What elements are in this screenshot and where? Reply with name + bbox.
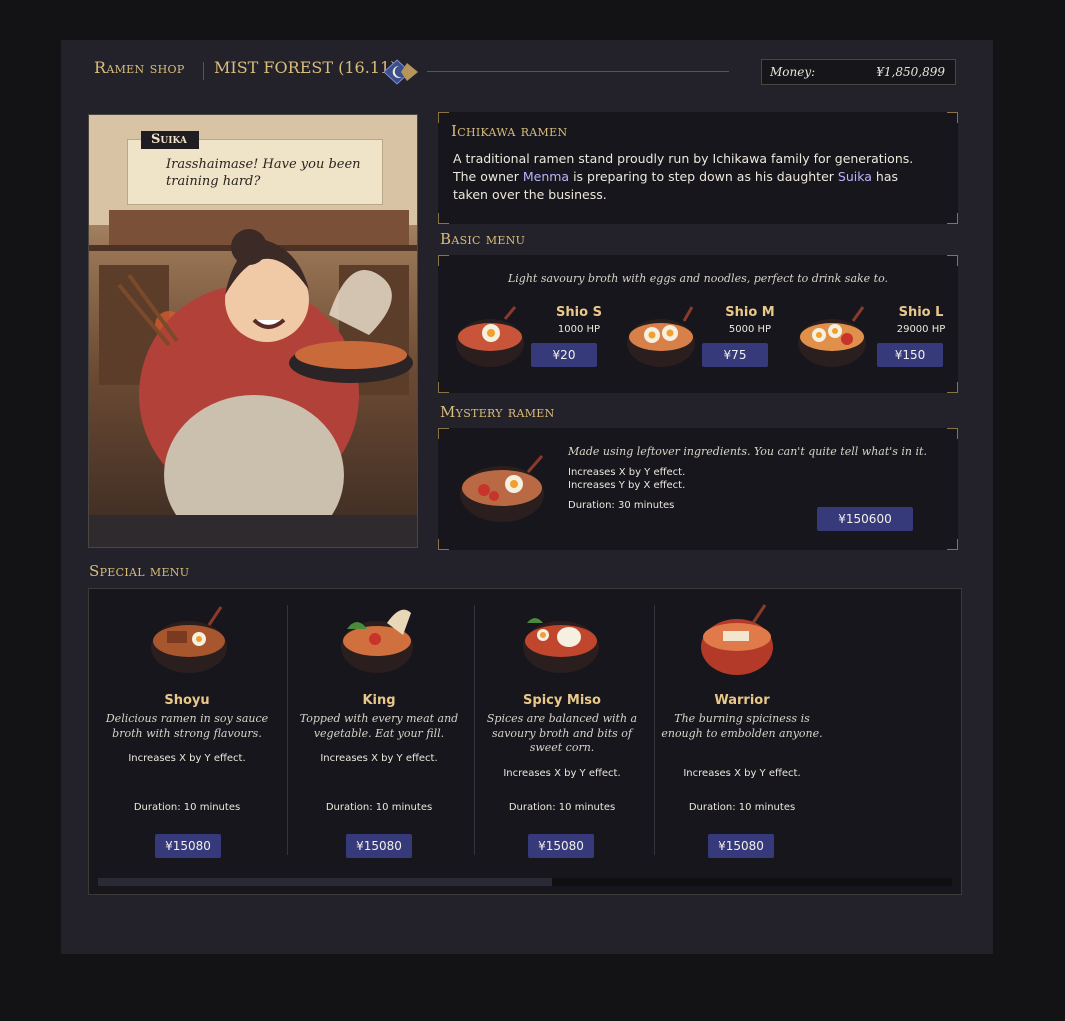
shopkeeper-portrait: Irasshaimase! Have you been training har… — [88, 114, 418, 548]
column-divider — [474, 605, 475, 855]
mystery-ramen-title: Mystery ramen — [440, 403, 555, 421]
basic-menu-note: Light savoury broth with eggs and noodle… — [507, 272, 889, 285]
item-duration: Duration: 10 minutes — [508, 802, 616, 813]
mystery-ramen-box: Made using leftover ingredients. You can… — [438, 428, 958, 550]
item-description: The burning spiciness is enough to embol… — [661, 712, 823, 740]
item-name: Shio L — [898, 305, 944, 320]
speaker-name: Suika — [141, 131, 199, 149]
item-name: Shoyu — [164, 693, 210, 708]
shop-panel: Ramen shop MIST FOREST (16.11) Money: ¥1… — [61, 40, 993, 954]
menu-item-shio-m: Shio M 5000 HP ¥75 — [626, 303, 786, 373]
buy-button[interactable]: ¥15080 — [528, 834, 594, 858]
buy-button[interactable]: ¥150600 — [817, 507, 913, 531]
money-label: Money: — [770, 65, 816, 79]
item-name: Shio S — [556, 305, 602, 320]
special-item-king: King Topped with every meat and vegetabl… — [289, 589, 469, 859]
item-hp: 1000 HP — [557, 324, 601, 335]
item-effect: Increases X by Y effect. — [503, 768, 621, 779]
dialogue-text: Irasshaimase! Have you been training har… — [166, 157, 361, 189]
item-description: Topped with every meat and vegetable. Ea… — [299, 712, 459, 740]
desc-text: A traditional ramen stand proudly run by… — [453, 151, 914, 166]
item-effect: Increases X by Y effect. — [128, 753, 246, 764]
scrollbar-thumb[interactable] — [98, 878, 552, 886]
buy-button[interactable]: ¥15080 — [346, 834, 412, 858]
mystery-duration: Duration: 30 minutes — [568, 500, 675, 511]
menu-item-shio-l: Shio L 29000 HP ¥150 — [797, 303, 957, 373]
header-divider — [427, 71, 729, 72]
buy-button[interactable]: ¥150 — [877, 343, 943, 367]
desc-text: The owner — [453, 169, 519, 184]
item-effect: Increases X by Y effect. — [320, 753, 438, 764]
special-item-shoyu: Shoyu Delicious ramen in soy sauce broth… — [99, 589, 275, 859]
frame-corner — [947, 255, 958, 266]
item-duration: Duration: 10 minutes — [688, 802, 796, 813]
frame-corner — [438, 539, 449, 550]
frame-corner — [438, 255, 449, 266]
ramen-bowl-icon — [798, 306, 866, 367]
item-name: Warrior — [714, 693, 770, 708]
owner-name: Menma — [522, 169, 570, 184]
mystery-effect: Increases Y by X effect. — [568, 480, 686, 491]
frame-corner — [947, 213, 958, 224]
ramen-bowl-icon — [701, 604, 773, 675]
ramen-bowl-icon — [456, 306, 524, 367]
money-display: Money: ¥1,850,899 — [761, 59, 956, 85]
buy-button[interactable]: ¥15080 — [708, 834, 774, 858]
item-name: Shio M — [725, 305, 775, 320]
buy-button[interactable]: ¥20 — [531, 343, 597, 367]
item-name: King — [362, 693, 396, 708]
frame-corner — [438, 112, 449, 123]
item-hp: 29000 HP — [896, 324, 946, 335]
shop-name: Ichikawa ramen — [451, 122, 568, 140]
ramen-bowl-icon — [460, 455, 544, 522]
frame-corner — [438, 382, 449, 393]
money-value: ¥1,850,899 — [876, 65, 945, 79]
shop-title: Ramen shop — [94, 58, 185, 77]
column-divider — [654, 605, 655, 855]
menu-item-shio-s: Shio S 1000 HP ¥20 — [455, 303, 615, 373]
moon-diamond-icon[interactable] — [384, 59, 420, 85]
buy-button[interactable]: ¥15080 — [155, 834, 221, 858]
horizontal-scrollbar[interactable] — [98, 878, 952, 886]
basic-menu-box: Light savoury broth with eggs and noodle… — [438, 255, 958, 393]
item-description: Delicious ramen in soy sauce broth with … — [105, 712, 269, 740]
frame-corner — [438, 213, 449, 224]
ramen-bowl-icon — [523, 618, 599, 673]
location-label: MIST FOREST (16.11) — [214, 58, 397, 77]
frame-corner — [947, 382, 958, 393]
special-item-spicy-miso: Spicy Miso Spices are balanced with a sa… — [477, 589, 647, 859]
frame-corner — [947, 112, 958, 123]
item-description: Spices are balanced with a savoury broth… — [486, 712, 638, 754]
frame-corner — [438, 428, 449, 439]
desc-text: is preparing to step down as his daughte… — [573, 169, 834, 184]
item-effect: Increases X by Y effect. — [683, 768, 801, 779]
special-menu-title: Special menu — [89, 562, 190, 580]
mystery-note: Made using leftover ingredients. You can… — [568, 445, 927, 458]
item-duration: Duration: 10 minutes — [133, 802, 241, 813]
buy-button[interactable]: ¥75 — [702, 343, 768, 367]
ramen-bowl-icon — [627, 306, 695, 367]
header-separator — [203, 62, 204, 80]
ramen-bowl-icon — [341, 609, 413, 673]
shop-description: A traditional ramen stand proudly run by… — [453, 150, 923, 204]
frame-corner — [947, 428, 958, 439]
item-duration: Duration: 10 minutes — [325, 802, 433, 813]
mystery-effect: Increases X by Y effect. — [568, 467, 686, 478]
basic-menu-title: Basic menu — [440, 230, 526, 248]
special-item-warrior: Warrior The burning spiciness is enough … — [657, 589, 827, 859]
column-divider — [287, 605, 288, 855]
frame-corner — [947, 539, 958, 550]
ramen-bowl-icon — [151, 606, 227, 673]
daughter-name: Suika — [837, 169, 872, 184]
item-hp: 5000 HP — [728, 324, 772, 335]
special-menu-box: Shoyu Delicious ramen in soy sauce broth… — [88, 588, 962, 895]
shop-description-box: Ichikawa ramen A traditional ramen stand… — [438, 112, 958, 224]
item-name: Spicy Miso — [523, 693, 601, 708]
